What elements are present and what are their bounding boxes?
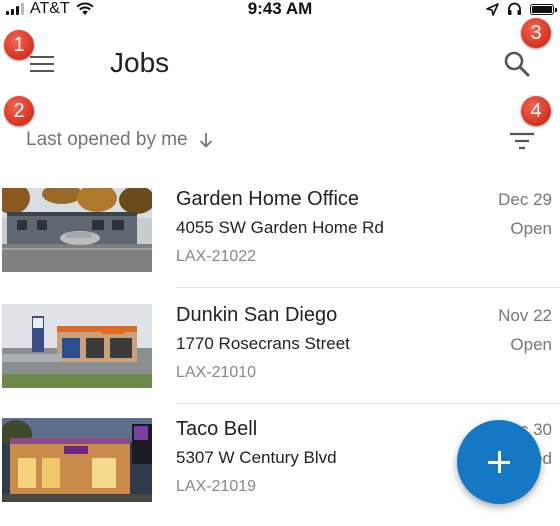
callout-1: 1 [4,30,34,60]
job-thumbnail [2,418,152,502]
arrow-down-icon [199,133,212,148]
battery-icon [530,3,557,15]
callout-3: 3 [521,18,551,48]
search-button[interactable] [500,48,536,84]
page-title: Jobs [110,47,170,78]
location-icon [486,2,499,16]
job-status: Open [510,335,552,354]
row-divider [176,403,560,404]
job-date: Nov 22 [498,306,552,325]
search-icon [504,51,530,77]
job-code: LAX-21010 [176,364,257,381]
status-time: 9:43 AM [247,0,313,18]
sort-label: Last opened by me [26,129,188,150]
job-code: LAX-21019 [176,478,257,495]
headphones-icon [508,2,521,15]
row-divider [176,287,560,288]
job-date: Dec 29 [498,190,552,209]
add-job-button[interactable] [457,420,541,504]
callout-2: 2 [4,96,34,126]
job-code: LAX-21022 [176,248,257,265]
sort-selector[interactable]: Last opened by me [26,127,214,153]
job-address: 4055 SW Garden Home Rd [176,218,384,237]
callout-4: 4 [521,96,551,126]
job-address: 5307 W Century Blvd [176,448,337,467]
status-bar: AT&T 9:43 AM [0,0,560,20]
job-row[interactable]: Dunkin San Diego 1770 Rosecrans Street L… [0,300,560,412]
job-thumbnail [2,304,152,388]
filter-icon [510,132,534,150]
job-row[interactable]: Garden Home Office 4055 SW Garden Home R… [0,184,560,296]
job-address: 1770 Rosecrans Street [176,334,350,353]
job-status: Open [510,219,552,238]
status-right [486,0,557,18]
job-title: Dunkin San Diego [176,304,338,326]
job-title: Garden Home Office [176,188,360,210]
job-title: Taco Bell [176,418,258,440]
job-thumbnail [2,188,152,272]
filter-button[interactable] [505,126,539,156]
